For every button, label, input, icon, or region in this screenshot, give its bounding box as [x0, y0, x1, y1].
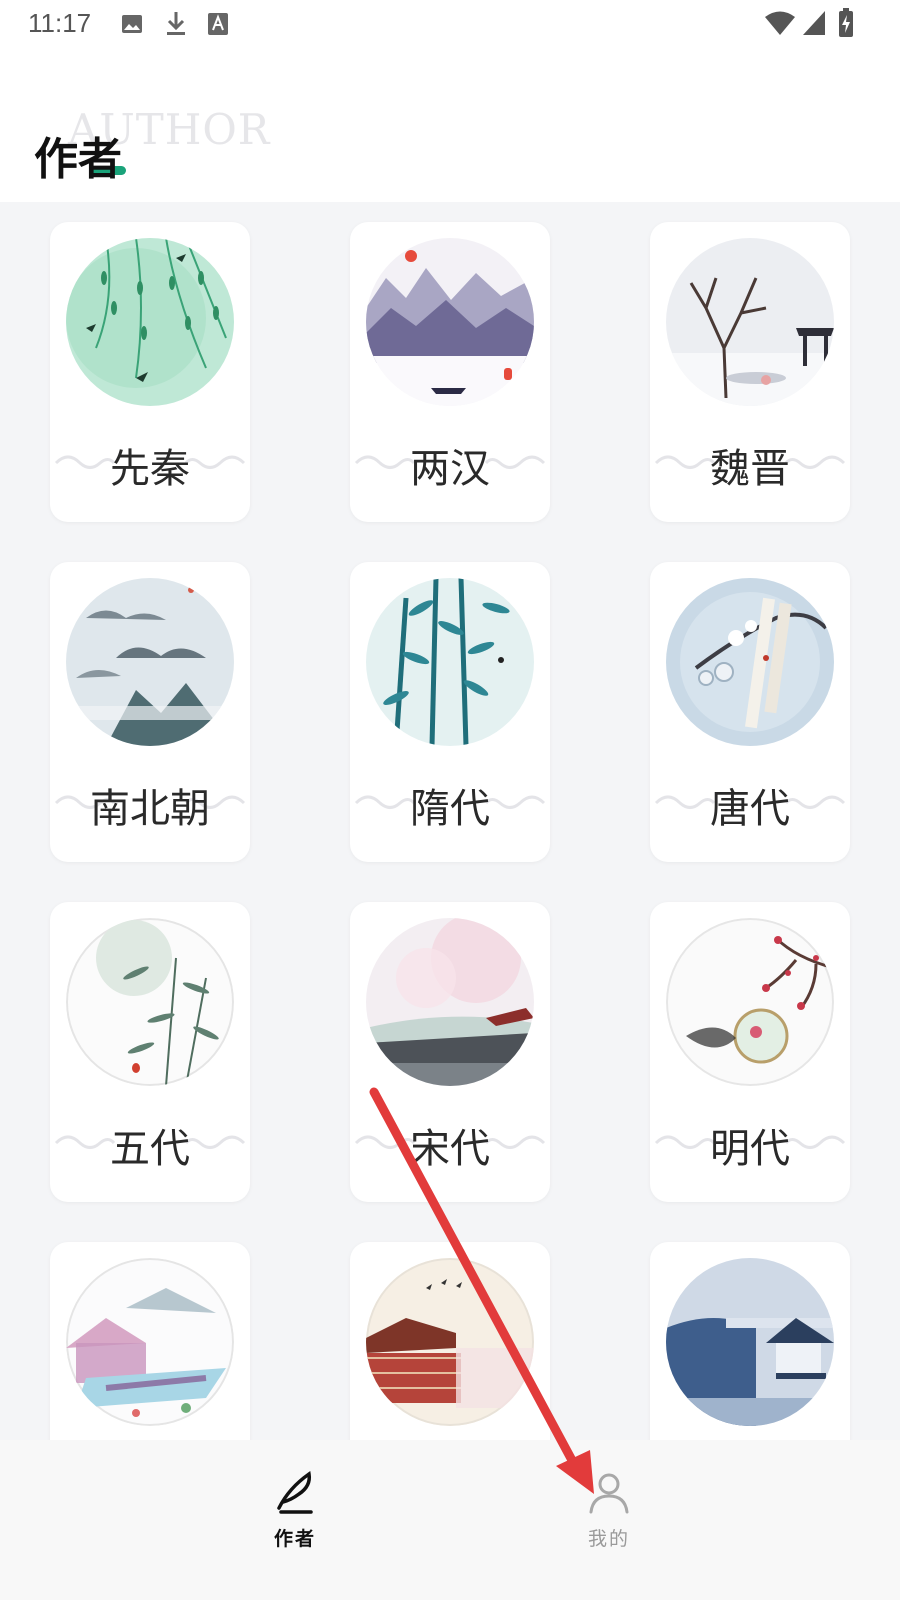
dynasty-image	[366, 918, 534, 1086]
dynasty-card[interactable]: 南北朝	[50, 562, 250, 862]
dynasty-card[interactable]: 两汉	[350, 222, 550, 522]
dynasty-image	[366, 578, 534, 746]
dynasty-card[interactable]: 隋代	[350, 562, 550, 862]
dynasty-card[interactable]	[350, 1242, 550, 1440]
image-icon	[122, 15, 142, 33]
dynasty-image	[66, 918, 234, 1086]
dynasty-image	[66, 1258, 234, 1426]
nav-tab-mine[interactable]: 我的	[549, 1468, 669, 1568]
dynasty-card[interactable]: 先秦	[50, 222, 250, 522]
nav-label-authors: 作者	[273, 1528, 316, 1550]
dynasty-card[interactable]: 宋代	[350, 902, 550, 1202]
dynasty-image	[366, 1258, 534, 1426]
dynasty-image	[66, 238, 234, 406]
dynasty-label: 五代	[110, 1126, 190, 1172]
battery-charging-icon	[839, 8, 853, 37]
dynasty-image	[66, 578, 234, 746]
dynasty-image	[666, 1258, 834, 1426]
dynasty-card[interactable]	[50, 1242, 250, 1440]
status-time: 11:17	[28, 8, 92, 38]
dynasty-card[interactable]	[650, 1242, 850, 1440]
dynasty-label: 唐代	[710, 786, 790, 832]
dynasty-card[interactable]: 明代	[650, 902, 850, 1202]
dynasty-label: 隋代	[410, 786, 490, 832]
dynasty-image	[666, 578, 834, 746]
nav-tab-authors[interactable]: 作者	[235, 1468, 355, 1568]
quill-pen-icon	[277, 1470, 313, 1514]
user-icon	[589, 1473, 629, 1514]
dynasty-grid: 先秦 两汉 魏晋 南北朝 隋代 唐代 五代 宋代 明代	[0, 202, 900, 1440]
download-icon	[167, 12, 185, 35]
dynasty-card[interactable]: 唐代	[650, 562, 850, 862]
dynasty-label: 明代	[710, 1126, 790, 1172]
page-header: AUTHOR 作者	[0, 50, 900, 202]
font-icon	[208, 13, 228, 35]
dynasty-label: 魏晋	[710, 446, 790, 492]
signal-icon	[803, 11, 825, 35]
dynasty-card[interactable]: 魏晋	[650, 222, 850, 522]
dynasty-image	[366, 238, 534, 406]
page-title: 作者	[34, 134, 122, 185]
wifi-icon	[765, 11, 795, 35]
dynasty-label: 两汉	[410, 446, 490, 492]
dynasty-card[interactable]: 五代	[50, 902, 250, 1202]
dynasty-label: 宋代	[410, 1126, 490, 1172]
dynasty-image	[666, 238, 834, 406]
dynasty-image	[666, 918, 834, 1086]
dynasty-label: 先秦	[110, 446, 190, 492]
nav-label-mine: 我的	[587, 1528, 630, 1550]
bottom-nav: 作者 我的	[0, 1440, 900, 1600]
status-bar: 11:17	[0, 0, 900, 50]
dynasty-label: 南北朝	[90, 786, 210, 832]
